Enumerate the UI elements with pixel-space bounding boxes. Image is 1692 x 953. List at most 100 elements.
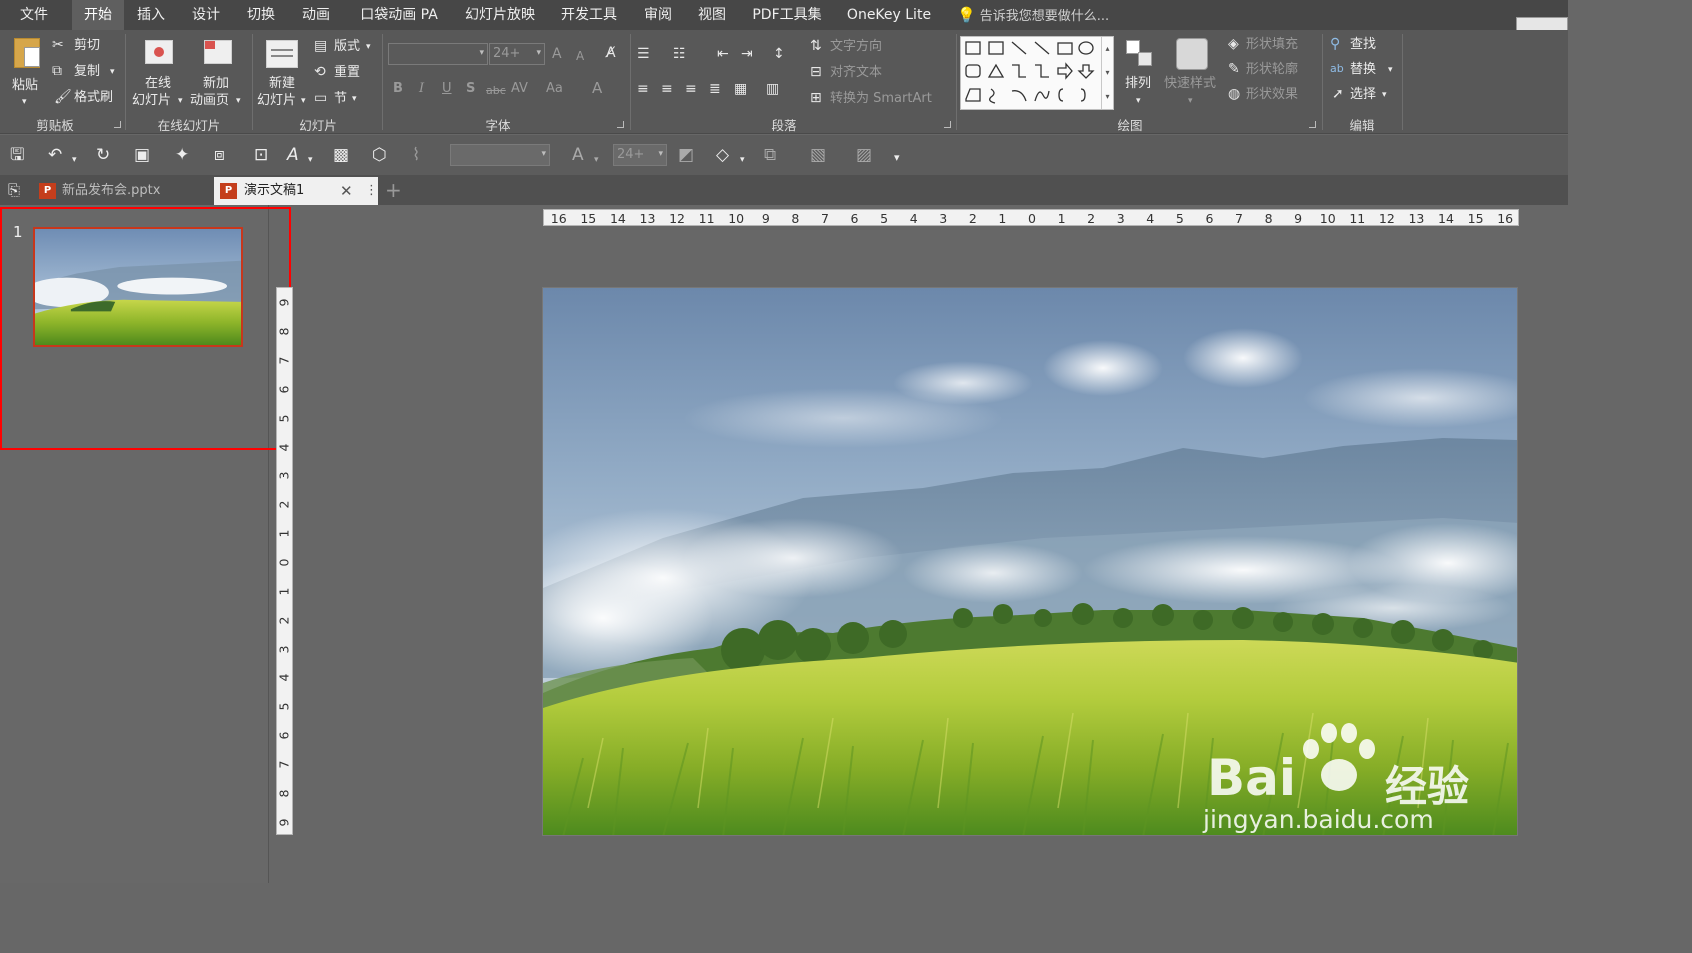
font-size-combo[interactable]: 24+ ▾	[489, 43, 545, 65]
bold-button[interactable]: B	[393, 81, 403, 97]
tab-pocket-animation[interactable]: 口袋动画 PA	[355, 0, 443, 30]
shadow-button[interactable]: S	[466, 81, 475, 97]
undo-icon[interactable]: ↶	[48, 145, 62, 165]
layout-button[interactable]: ▤ 版式 ▾	[314, 38, 376, 56]
doc-tab-presentation1[interactable]: P 演示文稿1 ✕ ⋮	[214, 177, 378, 205]
tab-slideshow[interactable]: 幻灯片放映	[460, 0, 540, 30]
tab-pdf-tools[interactable]: PDF工具集	[746, 0, 828, 30]
qat-font-color-icon[interactable]: A	[572, 145, 584, 165]
new-animation-page-button[interactable]: 新加 动画页 ▾	[190, 36, 248, 112]
tab-view[interactable]: 视图	[690, 0, 734, 30]
chevron-down-icon[interactable]: ▾	[594, 150, 599, 170]
copy-button[interactable]: ⧉ 复制 ▾	[52, 63, 122, 81]
chart-edit-icon[interactable]: ▩	[333, 145, 349, 165]
dialog-launcher-icon[interactable]	[944, 121, 951, 128]
home-doc-icon[interactable]: ⎘	[8, 180, 20, 200]
bring-forward-icon[interactable]: ▧	[810, 145, 826, 165]
font-color-button[interactable]: A	[592, 80, 602, 96]
numbering-icon[interactable]: ☷	[673, 46, 686, 62]
font-name-combo[interactable]: ▾	[388, 43, 488, 65]
align-left-icon[interactable]: ≡	[637, 81, 649, 97]
tab-developer[interactable]: 开发工具	[555, 0, 623, 30]
qat-font-size-combo[interactable]: 24+ ▾	[613, 144, 667, 166]
select-button[interactable]: ➚ 选择 ▾	[1330, 86, 1396, 104]
shape-outline-button[interactable]: ✎ 形状轮廓	[1228, 61, 1320, 79]
ribbon: 粘贴 ▾ ✂ 剪切 ⧉ 复制 ▾ 🖌 格式刷 剪贴板 在线 幻灯片 ▾ 新加 动…	[0, 30, 1568, 134]
increase-indent-icon[interactable]: ⇥	[741, 46, 753, 62]
align-right-icon[interactable]: ≡	[685, 81, 697, 97]
justify-icon[interactable]: ≣	[709, 81, 721, 97]
format-painter-button[interactable]: 🖌 格式刷	[52, 89, 122, 107]
more-options-icon[interactable]: ⋮	[365, 177, 378, 205]
tab-insert[interactable]: 插入	[128, 0, 174, 30]
redo-icon[interactable]: ↻	[96, 145, 110, 165]
italic-button[interactable]: I	[419, 81, 424, 97]
arrange-button[interactable]: 排列 ▾	[1120, 36, 1162, 112]
tab-file[interactable]: 文件	[4, 0, 64, 30]
section-button[interactable]: ▭ 节 ▾	[314, 90, 376, 108]
strikethrough-button[interactable]: abc	[486, 83, 506, 99]
tell-me-box[interactable]: 💡 告诉我您想要做什么...	[957, 0, 1109, 30]
close-icon[interactable]: ✕	[340, 177, 353, 205]
convert-smartart-button[interactable]: ⊞ 转换为 SmartArt	[810, 90, 950, 108]
tab-animations[interactable]: 动画	[293, 0, 339, 30]
decrease-indent-icon[interactable]: ⇤	[717, 46, 729, 62]
chevron-down-icon[interactable]: ▾	[740, 150, 745, 170]
char-spacing-button[interactable]: AV	[511, 81, 528, 97]
slide-canvas[interactable]: Bai 经验 jingyan.baidu.com	[542, 287, 1518, 836]
find-button[interactable]: ⚲ 查找	[1330, 36, 1396, 54]
columns-icon[interactable]: ▥	[766, 81, 779, 97]
slideshow-icon[interactable]: ▣	[134, 145, 150, 165]
dialog-launcher-icon[interactable]	[114, 121, 121, 128]
new-slide-button[interactable]: 新建 幻灯片 ▾	[256, 36, 312, 112]
horizontal-ruler[interactable]: 16 15 14 13 12 11 10 9 8 7 6 5 4 3 2 1 0 1 2 3 4 5 6 7 8 9 10 11 12 1…	[543, 209, 1519, 226]
shape-fill-button[interactable]: ◈ 形状填充	[1228, 36, 1320, 54]
format-brush-icon[interactable]: ⌇	[412, 145, 420, 165]
tab-design[interactable]: 设计	[183, 0, 229, 30]
dialog-launcher-icon[interactable]	[617, 121, 624, 128]
save-icon[interactable]: 🖫	[10, 145, 24, 165]
replace-button[interactable]: ab 替换 ▾	[1330, 61, 1396, 79]
highlight-icon[interactable]: ◩	[678, 145, 694, 165]
qat-font-name-combo[interactable]: ▾	[450, 144, 550, 166]
tab-onekey-lite[interactable]: OneKey Lite	[840, 0, 938, 30]
bullets-icon[interactable]: ☰	[637, 46, 650, 62]
align-text-button[interactable]: ⊟ 对齐文本	[810, 64, 900, 82]
underline-button[interactable]: U	[442, 81, 452, 97]
cut-button[interactable]: ✂ 剪切	[52, 37, 112, 55]
quick-styles-button[interactable]: 快速样式 ▾	[1164, 36, 1222, 112]
text-box-icon[interactable]: ⊡	[254, 145, 268, 165]
shapes-gallery[interactable]: ▴ ▾ ▾	[960, 36, 1114, 110]
tab-home[interactable]: 开始	[72, 0, 124, 30]
paste-button[interactable]: 粘贴 ▾	[8, 34, 48, 107]
tab-review[interactable]: 审阅	[636, 0, 680, 30]
line-spacing-icon[interactable]: ↕	[773, 46, 785, 62]
send-backward-icon[interactable]: ▨	[856, 145, 872, 165]
shrink-font-button[interactable]: A	[576, 48, 584, 64]
chevron-down-icon[interactable]: ▾	[308, 150, 313, 170]
online-slide-button[interactable]: 在线 幻灯片 ▾	[130, 36, 188, 112]
paintbrush-icon: 🖌	[54, 89, 72, 105]
change-case-button[interactable]: Aa	[546, 81, 563, 97]
clear-format-icon[interactable]: A̸	[606, 45, 616, 61]
dialog-launcher-icon[interactable]	[1309, 121, 1316, 128]
distribute-icon[interactable]: ▦	[734, 81, 747, 97]
grow-font-button[interactable]: A	[552, 46, 562, 62]
chevron-down-icon[interactable]: ▾	[72, 150, 77, 170]
gallery-scrollbar[interactable]: ▴ ▾ ▾	[1101, 37, 1113, 109]
text-direction-button[interactable]: ⇅ 文字方向	[810, 38, 900, 56]
vertical-ruler[interactable]: 9 8 7 6 5 4 3 2 1 0 1 2 3 4 5 6 7 8 9	[276, 287, 293, 835]
shape-effects-button[interactable]: ◍ 形状效果	[1228, 86, 1320, 104]
doc-tab-product-launch[interactable]: P 新品发布会.pptx	[36, 177, 212, 205]
customize-toolbar-icon[interactable]: ▾	[894, 148, 900, 168]
shape-fill-qat-icon[interactable]: ◇	[716, 145, 729, 165]
align-center-icon[interactable]: ≡	[661, 81, 673, 97]
shape-edit-icon[interactable]: ⬡	[372, 145, 387, 165]
new-tab-plus-icon[interactable]: +	[385, 177, 402, 203]
text-style-icon[interactable]: A	[287, 145, 299, 165]
reset-button[interactable]: ⟲ 重置	[314, 64, 376, 82]
tab-transitions[interactable]: 切换	[238, 0, 284, 30]
duplicate-slide-icon[interactable]: ⧈	[214, 145, 225, 165]
group-objects-icon[interactable]: ⧉	[764, 145, 776, 165]
magic-wand-icon[interactable]: ✦	[175, 145, 189, 165]
